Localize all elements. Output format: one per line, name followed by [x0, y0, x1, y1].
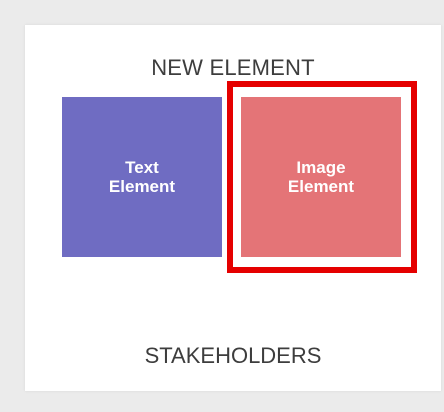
- text-element-label: Text Element: [108, 158, 176, 196]
- panel-title: NEW ELEMENT: [151, 55, 315, 80]
- text-element-tile[interactable]: Text Element: [62, 97, 222, 257]
- image-element-label: Image Element: [287, 158, 355, 196]
- image-element-tile[interactable]: Image Element: [241, 97, 401, 257]
- stakeholders-label: STAKEHOLDERS: [144, 343, 322, 368]
- new-element-panel: NEW ELEMENT Text Element Image Element S…: [25, 25, 441, 391]
